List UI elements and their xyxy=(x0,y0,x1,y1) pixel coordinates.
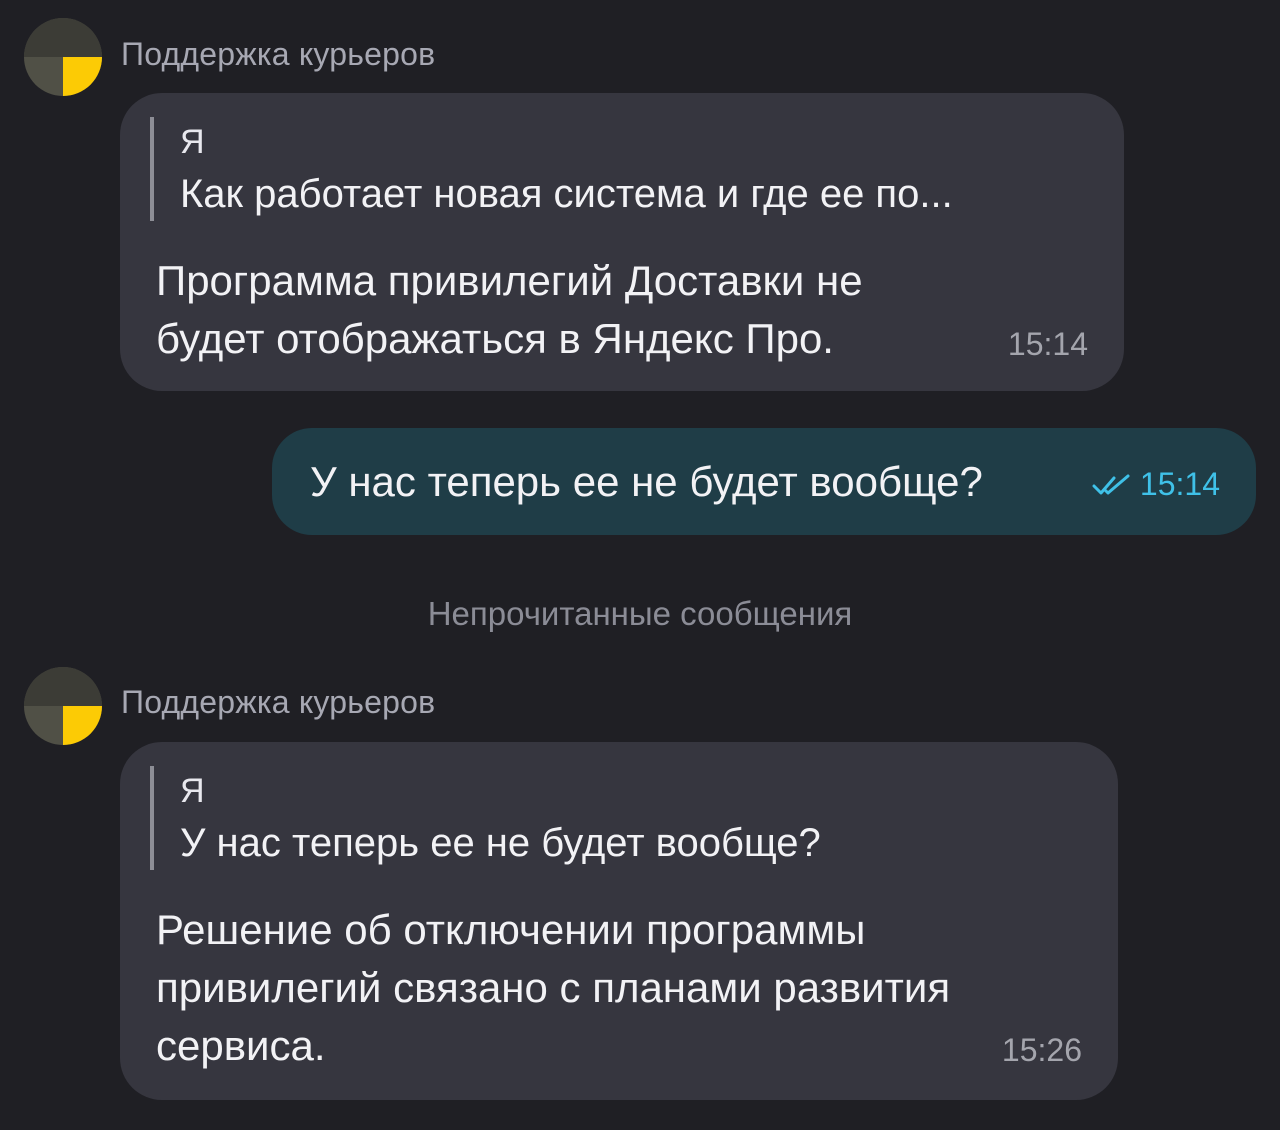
unread-divider: Непрочитанные сообщения xyxy=(427,595,853,632)
message-text-line: Решение об отключении программы xyxy=(156,906,866,953)
message-text: Решение об отключении программы привилег… xyxy=(156,901,950,1075)
quote-author: Я xyxy=(180,123,205,161)
sender-name[interactable]: Поддержка курьеров xyxy=(121,684,435,721)
message-time: 15:26 xyxy=(1001,1032,1082,1068)
double-check-icon xyxy=(1092,474,1130,494)
message-text-line: Программа привилегий Доставки не xyxy=(156,257,863,304)
message-bubble[interactable]: Я Как работает новая система и где ее по… xyxy=(120,93,1124,391)
chat-view: Поддержка курьеров Я Как работает новая … xyxy=(0,0,1280,1130)
sender-name[interactable]: Поддержка курьеров xyxy=(121,36,435,73)
quote-text: Как работает новая система и где ее по..… xyxy=(180,172,953,216)
reply-quote[interactable]: Я У нас теперь ее не будет вообще? xyxy=(150,766,821,870)
message-text-line: сервиса. xyxy=(156,1022,326,1069)
message-time: 15:14 xyxy=(1139,466,1220,502)
support-avatar-icon[interactable] xyxy=(24,18,102,96)
outgoing-message-bubble[interactable]: У нас теперь ее не будет вообще? 15:14 xyxy=(272,428,1256,535)
support-avatar-icon[interactable] xyxy=(24,667,102,745)
message-text-line: привилегий связано с планами развития xyxy=(156,964,951,1011)
message-meta: 15:14 xyxy=(1092,466,1220,503)
message-bubble[interactable]: Я У нас теперь ее не будет вообще? Решен… xyxy=(120,742,1118,1100)
message-text: Программа привилегий Доставки не будет о… xyxy=(156,252,863,368)
reply-quote[interactable]: Я Как работает новая система и где ее по… xyxy=(150,117,953,221)
message-text: У нас теперь ее не будет вообще? xyxy=(310,458,983,505)
quote-author: Я xyxy=(180,772,205,810)
message-time: 15:14 xyxy=(1007,326,1088,362)
quote-text: У нас теперь ее не будет вообще? xyxy=(180,821,821,865)
message-text-line: будет отображаться в Яндекс Про. xyxy=(156,315,834,362)
